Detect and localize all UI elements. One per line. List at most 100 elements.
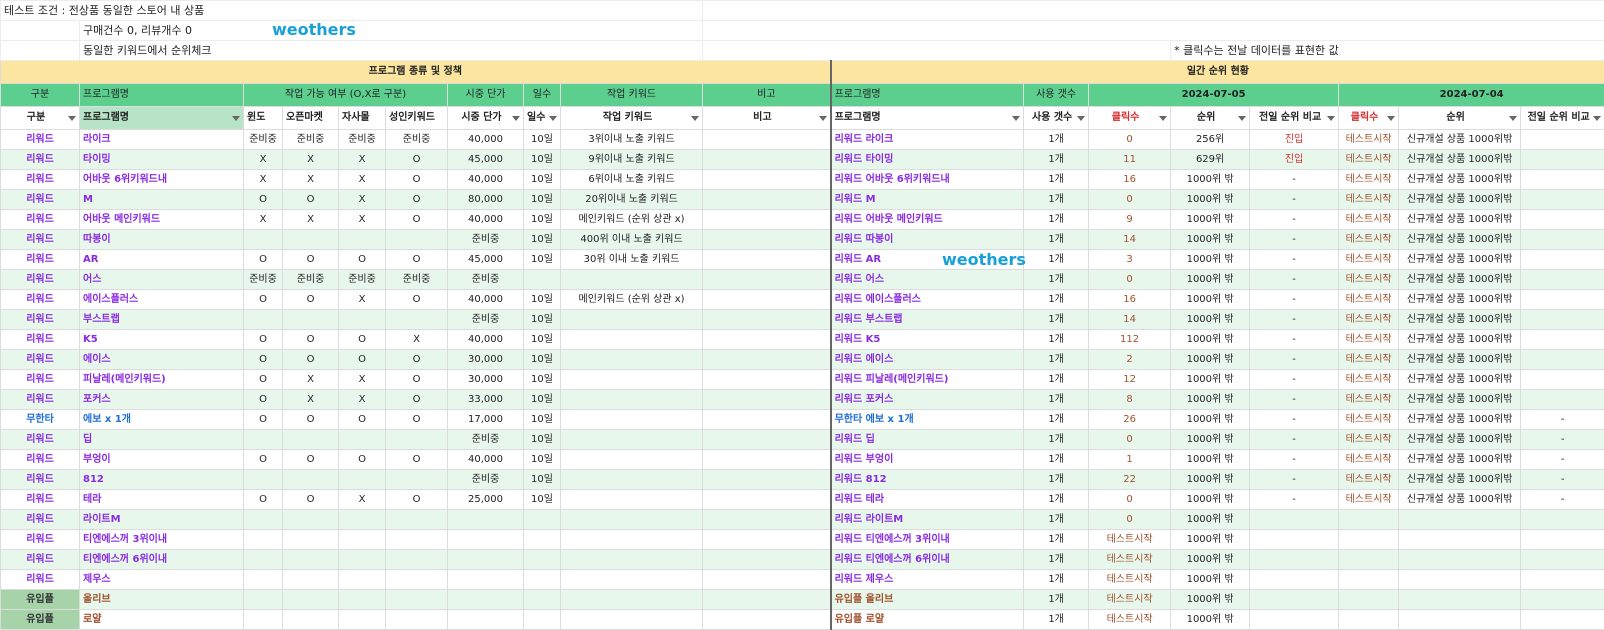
rank-compare2-cell[interactable]: [1521, 610, 1604, 630]
price-cell[interactable]: [448, 530, 524, 550]
rank-cell[interactable]: 1000위 밖: [1171, 450, 1250, 470]
count-cell[interactable]: 1개: [1024, 310, 1089, 330]
memo-cell[interactable]: [703, 250, 831, 270]
table-row[interactable]: 리워드티엔에스꺼 3위이내리워드 티엔에스꺼 3위이내1개테스트시작1000위 …: [1, 530, 1604, 550]
window-cell[interactable]: X: [244, 150, 283, 170]
rank-cell[interactable]: 1000위 밖: [1171, 290, 1250, 310]
rank-compare-cell[interactable]: -: [1250, 190, 1339, 210]
h2-kw[interactable]: 작업 키워드: [561, 107, 703, 130]
rank-cell[interactable]: 1000위 밖: [1171, 470, 1250, 490]
filter-icon[interactable]: [819, 116, 827, 121]
h2-wind[interactable]: 윈도: [244, 107, 283, 130]
window-cell[interactable]: X: [244, 170, 283, 190]
table-row[interactable]: 리워드812준비중10일리워드 8121개221000위 밖-테스트시작신규개설…: [1, 470, 1604, 490]
openmarket-cell[interactable]: [283, 570, 339, 590]
clicks2-cell[interactable]: 테스트시작: [1339, 450, 1399, 470]
filter-icon[interactable]: [68, 116, 76, 121]
count-cell[interactable]: 1개: [1024, 170, 1089, 190]
program-name-cell[interactable]: 부스트랩: [80, 310, 244, 330]
rank2-cell[interactable]: 신규개설 상품 1000위밖: [1399, 450, 1521, 470]
keyword-cell[interactable]: [561, 550, 703, 570]
category-cell[interactable]: 리워드: [1, 190, 80, 210]
program-name-cell[interactable]: 라이크: [80, 130, 244, 150]
rank-compare2-cell[interactable]: [1521, 190, 1604, 210]
window-cell[interactable]: X: [244, 210, 283, 230]
keyword-cell[interactable]: [561, 430, 703, 450]
rank-compare2-cell[interactable]: [1521, 530, 1604, 550]
memo-cell[interactable]: [703, 530, 831, 550]
memo-cell[interactable]: [703, 210, 831, 230]
days-cell[interactable]: 10일: [524, 370, 561, 390]
h2-memo[interactable]: 비고: [703, 107, 831, 130]
rank-program-name-cell[interactable]: 리워드 딥: [831, 430, 1024, 450]
clicks-cell[interactable]: 26: [1089, 410, 1171, 430]
adult-keyword-cell[interactable]: O: [386, 150, 448, 170]
clicks2-cell[interactable]: 테스트시작: [1339, 490, 1399, 510]
days-cell[interactable]: 10일: [524, 230, 561, 250]
clicks-cell[interactable]: 3: [1089, 250, 1171, 270]
window-cell[interactable]: O: [244, 190, 283, 210]
rank-program-name-cell[interactable]: 리워드 부스트랩: [831, 310, 1024, 330]
rank-compare-cell[interactable]: -: [1250, 210, 1339, 230]
adult-keyword-cell[interactable]: O: [386, 190, 448, 210]
rank-compare2-cell[interactable]: -: [1521, 490, 1604, 510]
rank2-cell[interactable]: 신규개설 상품 1000위밖: [1399, 430, 1521, 450]
h2-rname[interactable]: 프로그램명: [831, 107, 1024, 130]
rank-cell[interactable]: 1000위 밖: [1171, 350, 1250, 370]
program-name-cell[interactable]: 어바웃 메인키워드: [80, 210, 244, 230]
window-cell[interactable]: O: [244, 370, 283, 390]
count-cell[interactable]: 1개: [1024, 490, 1089, 510]
window-cell[interactable]: [244, 610, 283, 630]
keyword-cell[interactable]: [561, 330, 703, 350]
clicks-cell[interactable]: 12: [1089, 370, 1171, 390]
keyword-cell[interactable]: 메인키워드 (순위 상관 x): [561, 290, 703, 310]
days-cell[interactable]: 10일: [524, 150, 561, 170]
category-cell[interactable]: 리워드: [1, 170, 80, 190]
days-cell[interactable]: 10일: [524, 350, 561, 370]
category-cell[interactable]: 유입플: [1, 590, 80, 610]
rank-cell[interactable]: 629위: [1171, 150, 1250, 170]
openmarket-cell[interactable]: [283, 590, 339, 610]
rank2-cell[interactable]: 신규개설 상품 1000위밖: [1399, 270, 1521, 290]
ownmall-cell[interactable]: X: [339, 210, 386, 230]
price-cell[interactable]: 17,000: [448, 410, 524, 430]
clicks-cell[interactable]: 테스트시작: [1089, 550, 1171, 570]
table-row[interactable]: 리워드제우스리워드 제우스1개테스트시작1000위 밖: [1, 570, 1604, 590]
adult-keyword-cell[interactable]: 준비중: [386, 270, 448, 290]
adult-keyword-cell[interactable]: O: [386, 290, 448, 310]
rank-program-name-cell[interactable]: 리워드 부엉이: [831, 450, 1024, 470]
price-cell[interactable]: 40,000: [448, 130, 524, 150]
rank-program-name-cell[interactable]: 리워드 라이크: [831, 130, 1024, 150]
clicks-cell[interactable]: 0: [1089, 190, 1171, 210]
program-name-cell[interactable]: 피날레(메인키워드): [80, 370, 244, 390]
count-cell[interactable]: 1개: [1024, 390, 1089, 410]
rank-cell[interactable]: 1000위 밖: [1171, 610, 1250, 630]
adult-keyword-cell[interactable]: [386, 530, 448, 550]
openmarket-cell[interactable]: [283, 530, 339, 550]
program-name-cell[interactable]: 따봉이: [80, 230, 244, 250]
rank-compare-cell[interactable]: -: [1250, 490, 1339, 510]
h1-price[interactable]: 시중 단가: [448, 84, 524, 107]
window-cell[interactable]: [244, 550, 283, 570]
program-name-cell[interactable]: 에보 x 1개: [80, 410, 244, 430]
table-row[interactable]: 리워드AROOOO45,00010일30위 이내 노출 키워드리워드 AR1개3…: [1, 250, 1604, 270]
keyword-cell[interactable]: [561, 590, 703, 610]
program-name-cell[interactable]: 부엉이: [80, 450, 244, 470]
h1-date2[interactable]: 2024-07-04: [1339, 84, 1604, 107]
keyword-cell[interactable]: [561, 470, 703, 490]
program-name-cell[interactable]: 로얄: [80, 610, 244, 630]
filter-icon[interactable]: [232, 116, 240, 121]
rank2-cell[interactable]: 신규개설 상품 1000위밖: [1399, 130, 1521, 150]
openmarket-cell[interactable]: X: [283, 210, 339, 230]
category-cell[interactable]: 리워드: [1, 130, 80, 150]
rank-compare2-cell[interactable]: -: [1521, 470, 1604, 490]
count-cell[interactable]: 1개: [1024, 250, 1089, 270]
openmarket-cell[interactable]: X: [283, 150, 339, 170]
h2-cmp1[interactable]: 전일 순위 비교: [1250, 107, 1339, 130]
days-cell[interactable]: 10일: [524, 450, 561, 470]
keyword-cell[interactable]: [561, 410, 703, 430]
filter-icon[interactable]: [512, 116, 520, 121]
window-cell[interactable]: O: [244, 350, 283, 370]
rank-compare-cell[interactable]: -: [1250, 430, 1339, 450]
rank2-cell[interactable]: [1399, 610, 1521, 630]
